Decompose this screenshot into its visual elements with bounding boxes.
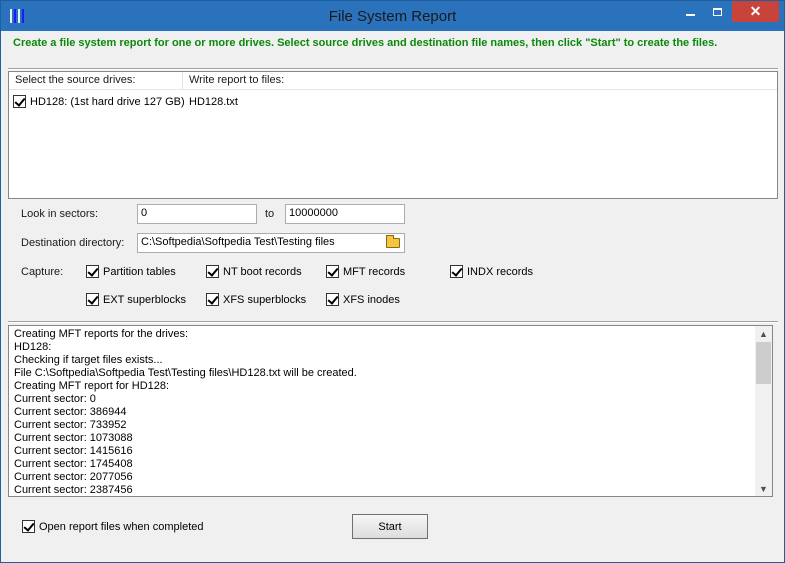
title-bar[interactable]: File System Report ✕ [1,1,784,31]
drive-checkbox[interactable] [13,95,26,108]
log-line: File C:\Softpedia\Softpedia Test\Testing… [14,367,357,379]
capture-xfs-superblocks[interactable]: XFS superblocks [206,292,316,308]
open-when-completed-option[interactable]: Open report files when completed [22,519,222,535]
log-lines: Creating MFT reports for the drives: HD1… [14,328,754,496]
checkbox[interactable] [206,293,219,306]
log-output[interactable]: Creating MFT reports for the drives: HD1… [8,325,773,497]
capture-indx-records[interactable]: INDX records [450,264,560,280]
checkbox[interactable] [326,293,339,306]
chevron-down-icon: ▼ [759,483,768,494]
client-area: Create a file system report for one or m… [8,31,778,557]
log-scrollbar[interactable]: ▲ ▼ [755,326,772,496]
scroll-thumb[interactable] [756,342,771,384]
scroll-up-button[interactable]: ▲ [755,326,772,341]
checkbox-label: NT boot records [223,266,302,278]
log-line: Creating MFT report for HD128: [14,380,170,392]
log-line: Current sector: 733952 [14,419,127,431]
column-separator[interactable] [182,72,183,90]
log-line: Current sector: 1745408 [14,458,133,470]
scroll-down-button[interactable]: ▼ [755,481,772,496]
start-button[interactable]: Start [352,514,428,539]
window-title: File System Report [328,8,457,25]
capture-label: Capture: [21,266,64,278]
destination-label: Destination directory: [21,237,125,249]
capture-xfs-inodes[interactable]: XFS inodes [326,292,436,308]
destination-value: C:\Softpedia\Softpedia Test\Testing file… [141,236,335,248]
log-line: Current sector: 2077056 [14,471,133,483]
drive-name: HD128: (1st hard drive 127 GB) [30,96,185,108]
log-line: Current sector: 0 [14,393,96,405]
divider [8,68,778,70]
checkbox[interactable] [450,265,463,278]
list-header: Select the source drives: Write report t… [9,72,777,90]
chevron-up-icon: ▲ [759,328,768,339]
log-line: Current sector: 386944 [14,406,127,418]
open-when-completed-label: Open report files when completed [39,521,204,533]
capture-mft-records[interactable]: MFT records [326,264,436,280]
sector-to-label: to [265,208,275,220]
main-window: File System Report ✕ Create a file syste… [0,0,785,563]
checkbox-label: MFT records [343,266,406,278]
maximize-button[interactable] [704,1,731,22]
checkbox[interactable] [206,265,219,278]
folder-icon [386,235,400,248]
list-item[interactable]: HD128: (1st hard drive 127 GB) HD128.txt [13,94,413,110]
minimize-button[interactable] [677,1,704,22]
instructions-text: Create a file system report for one or m… [13,37,718,49]
log-line: Current sector: 1073088 [14,432,133,444]
checkbox-label: XFS inodes [343,294,400,306]
checkbox[interactable] [86,265,99,278]
log-line: Checking if target files exists... [14,354,163,366]
capture-ext-superblocks[interactable]: EXT superblocks [86,292,196,308]
divider [8,321,778,323]
checkbox-label: XFS superblocks [223,294,307,306]
maximize-icon [713,7,722,16]
log-line: Creating MFT reports for the drives: [14,328,189,340]
close-button[interactable]: ✕ [732,1,779,22]
open-when-completed-checkbox[interactable] [22,520,35,533]
sector-from-input[interactable]: 0 [137,204,257,224]
destination-input[interactable]: C:\Softpedia\Softpedia Test\Testing file… [137,233,405,253]
capture-nt-boot-records[interactable]: NT boot records [206,264,316,280]
checkbox-label: Partition tables [103,266,176,278]
log-line: Current sector: 2387456 [14,484,133,496]
minimize-icon [686,13,695,16]
column-header-source[interactable]: Select the source drives: [15,74,135,86]
checkbox[interactable] [86,293,99,306]
checkbox-label: INDX records [467,266,534,278]
close-icon: ✕ [749,3,762,19]
log-line: Current sector: 1415616 [14,445,133,457]
browse-folder-button[interactable] [383,235,403,251]
sectors-label: Look in sectors: [21,208,99,220]
report-file-name: HD128.txt [189,96,238,108]
drives-list[interactable]: Select the source drives: Write report t… [8,71,778,199]
sector-to-input[interactable]: 10000000 [285,204,405,224]
checkbox[interactable] [326,265,339,278]
log-line: HD128: [14,341,52,353]
capture-partition-tables[interactable]: Partition tables [86,264,196,280]
column-header-target[interactable]: Write report to files: [189,74,284,86]
checkbox-label: EXT superblocks [103,294,186,306]
